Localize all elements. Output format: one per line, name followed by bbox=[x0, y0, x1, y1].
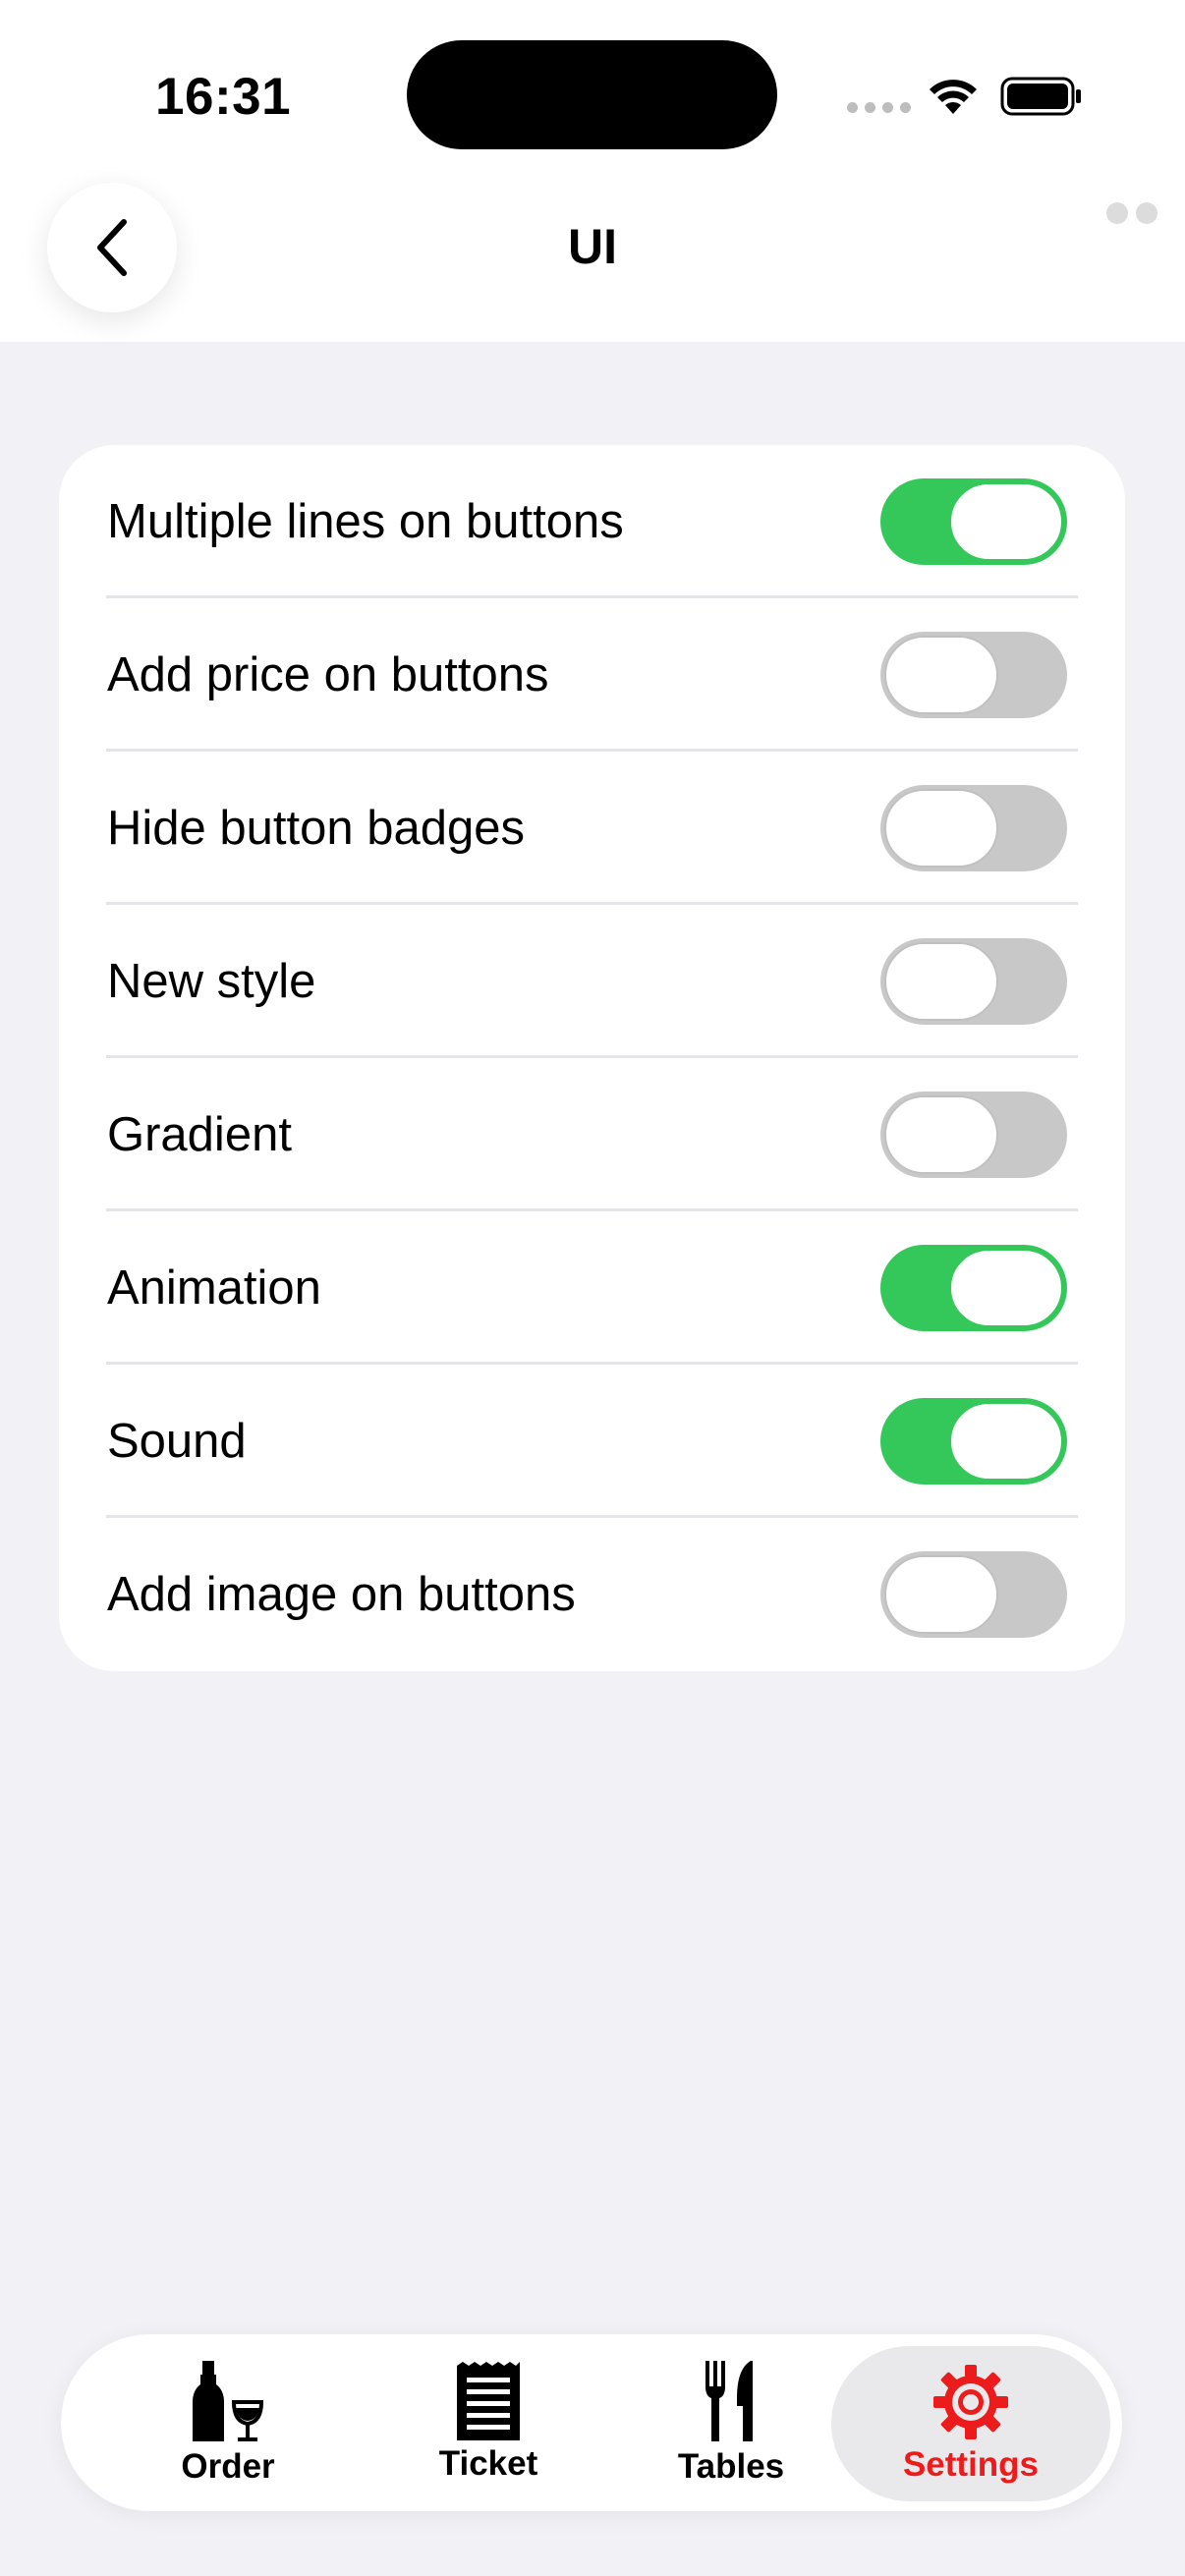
tab-bar: Order Ticket Tables Settings bbox=[61, 2334, 1122, 2511]
fork-knife-icon bbox=[705, 2361, 753, 2441]
tab-order[interactable]: Order bbox=[149, 2334, 307, 2511]
setting-label: Animation bbox=[107, 1261, 321, 1315]
setting-row-sound: Sound bbox=[59, 1365, 1125, 1518]
toggle-switch[interactable] bbox=[880, 1551, 1067, 1638]
toggle-knob bbox=[949, 1402, 1063, 1481]
toggle-switch[interactable] bbox=[880, 1092, 1067, 1178]
toggle-knob bbox=[884, 942, 998, 1021]
header: 16:31 UI bbox=[0, 0, 1185, 342]
toggle-knob bbox=[949, 482, 1063, 561]
tab-label: Order bbox=[181, 2447, 275, 2486]
gear-icon bbox=[933, 2365, 1008, 2439]
toggle-knob bbox=[884, 636, 998, 714]
setting-label: Add price on buttons bbox=[107, 648, 549, 701]
tab-label: Tables bbox=[677, 2447, 785, 2486]
toggle-switch[interactable] bbox=[880, 478, 1067, 565]
settings-card: Multiple lines on buttons Add price on b… bbox=[59, 445, 1125, 1671]
tab-tables[interactable]: Tables bbox=[643, 2334, 819, 2511]
dynamic-island bbox=[407, 40, 777, 149]
toggle-knob bbox=[884, 1555, 998, 1634]
more-icon[interactable] bbox=[1106, 202, 1157, 224]
setting-row-gradient: Gradient bbox=[59, 1058, 1125, 1211]
tab-settings[interactable]: Settings bbox=[831, 2346, 1110, 2501]
page-title: UI bbox=[568, 219, 617, 274]
setting-label: Multiple lines on buttons bbox=[107, 495, 624, 548]
setting-label: Add image on buttons bbox=[107, 1568, 576, 1621]
setting-row-multiple-lines: Multiple lines on buttons bbox=[59, 445, 1125, 598]
battery-icon bbox=[1000, 77, 1081, 116]
setting-row-new-style: New style bbox=[59, 905, 1125, 1058]
toggle-switch[interactable] bbox=[880, 632, 1067, 718]
toggle-switch[interactable] bbox=[880, 1398, 1067, 1484]
tab-label: Settings bbox=[902, 2445, 1040, 2484]
toggle-switch[interactable] bbox=[880, 1245, 1067, 1331]
toggle-switch[interactable] bbox=[880, 785, 1067, 871]
toggle-knob bbox=[884, 789, 998, 868]
wifi-icon bbox=[930, 80, 977, 114]
screen: 16:31 UI Multiple lines on buttons Add p… bbox=[0, 0, 1185, 2576]
setting-row-add-image: Add image on buttons bbox=[59, 1518, 1125, 1671]
setting-label: New style bbox=[107, 955, 316, 1008]
status-time: 16:31 bbox=[155, 68, 292, 126]
toggle-switch[interactable] bbox=[880, 938, 1067, 1025]
setting-row-animation: Animation bbox=[59, 1211, 1125, 1365]
setting-row-add-price: Add price on buttons bbox=[59, 598, 1125, 752]
setting-label: Gradient bbox=[107, 1108, 292, 1161]
tab-label: Ticket bbox=[438, 2444, 538, 2483]
setting-label: Sound bbox=[107, 1415, 247, 1468]
tab-ticket[interactable]: Ticket bbox=[380, 2334, 596, 2511]
receipt-icon bbox=[457, 2362, 520, 2440]
bottle-glass-icon bbox=[193, 2361, 264, 2441]
toggle-knob bbox=[884, 1095, 998, 1174]
setting-label: Hide button badges bbox=[107, 802, 525, 855]
toggle-knob bbox=[949, 1249, 1063, 1327]
cellular-signal-icon bbox=[847, 102, 911, 113]
setting-row-hide-badges: Hide button badges bbox=[59, 752, 1125, 905]
